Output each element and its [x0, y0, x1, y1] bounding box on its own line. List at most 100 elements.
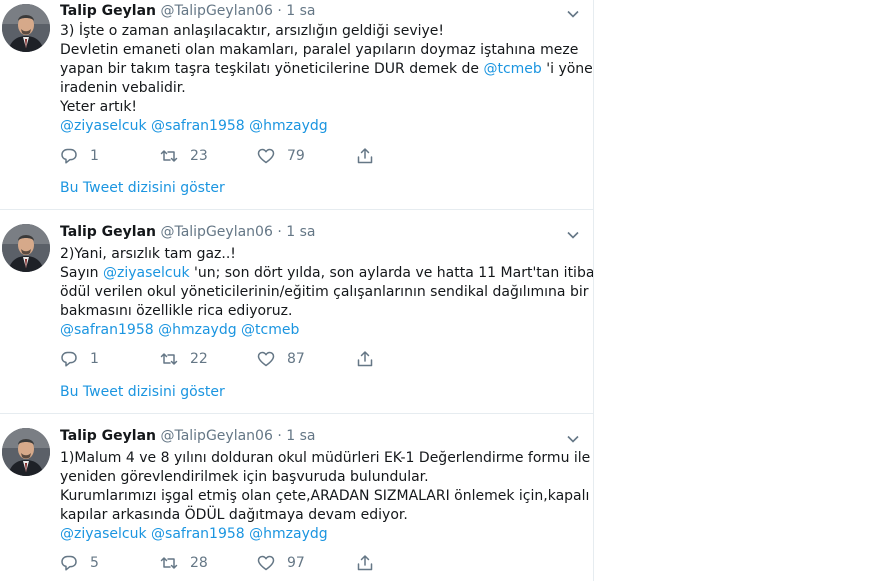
like-count: 87: [287, 351, 305, 367]
chevron-down-icon[interactable]: [566, 6, 580, 20]
tweet-header: Talip Geylan @TalipGeylan06 · 1 sa: [60, 224, 315, 244]
separator-dot: ·: [277, 428, 282, 444]
show-thread-link[interactable]: Bu Tweet dizisini göster: [60, 180, 225, 196]
avatar[interactable]: [2, 428, 50, 476]
retweet-count: 22: [190, 351, 208, 367]
share-button[interactable]: [356, 349, 374, 369]
author-name[interactable]: Talip Geylan: [60, 428, 156, 444]
share-button[interactable]: [356, 146, 374, 166]
tweet-line: iradenin vebalidir.: [60, 80, 186, 96]
tweet-timeline: Talip Geylan @TalipGeylan06 · 1 sa 3) İş…: [0, 0, 594, 581]
share-icon: [357, 148, 373, 164]
reply-count: 1: [90, 148, 99, 164]
mention-link[interactable]: @ziyaselcuk: [60, 118, 147, 134]
retweet-count: 23: [190, 148, 208, 164]
heart-icon: [257, 351, 275, 367]
share-button[interactable]: [356, 553, 374, 573]
tweet-actions: 1 23 79: [60, 146, 580, 166]
reply-button[interactable]: 5: [60, 553, 99, 573]
mention-link[interactable]: @hmzaydg: [249, 526, 328, 542]
like-button[interactable]: 87: [257, 349, 305, 369]
mention-link[interactable]: @tcmeb: [483, 61, 541, 77]
tweet-line: yeniden görevlendirilmek için başvuruda …: [60, 469, 429, 485]
tweet[interactable]: Talip Geylan @TalipGeylan06 · 1 sa 2)Yan…: [0, 210, 593, 414]
tweet-line: Devletin emaneti olan makamları, paralel…: [60, 42, 579, 58]
separator-dot: ·: [277, 224, 282, 240]
mention-link[interactable]: @hmzaydg: [249, 118, 328, 134]
reply-icon: [61, 351, 77, 367]
tweet-line-text: 'un; son dört yılda, son aylarda ve hatt…: [189, 265, 594, 281]
like-count: 79: [287, 148, 305, 164]
author-name[interactable]: Talip Geylan: [60, 3, 156, 19]
share-icon: [357, 351, 373, 367]
mention-link[interactable]: @safran1958: [60, 322, 154, 338]
share-icon: [357, 555, 373, 571]
avatar-photo: [2, 428, 50, 476]
mention-link[interactable]: @hmzaydg: [158, 322, 237, 338]
reply-count: 5: [90, 555, 99, 571]
tweet-line: 2)Yani, arsızlık tam gaz..!: [60, 246, 236, 262]
retweet-button[interactable]: 22: [160, 349, 208, 369]
mentions-line: @ziyaselcuk @safran1958 @hmzaydg: [60, 525, 585, 544]
tweet-header: Talip Geylan @TalipGeylan06 · 1 sa: [60, 3, 315, 23]
tweet-actions: 1 22 87: [60, 349, 580, 369]
mention-link[interactable]: @tcmeb: [241, 322, 299, 338]
tweet-timestamp[interactable]: 1 sa: [286, 224, 315, 240]
author-handle[interactable]: @TalipGeylan06: [160, 3, 272, 19]
tweet-timestamp[interactable]: 1 sa: [286, 428, 315, 444]
tweet-line: ödül verilen okul yöneticilerinin/eğitim…: [60, 284, 589, 300]
tweet[interactable]: Talip Geylan @TalipGeylan06 · 1 sa 3) İş…: [0, 0, 593, 210]
tweet-line-text: yapan bir takım taşra teşkilatı yönetici…: [60, 61, 484, 77]
mentions-line: @safran1958 @hmzaydg @tcmeb: [60, 321, 585, 340]
avatar[interactable]: [2, 4, 50, 52]
tweet-text: 2)Yani, arsızlık tam gaz..! Sayın @ziyas…: [60, 245, 593, 340]
author-handle[interactable]: @TalipGeylan06: [160, 224, 272, 240]
separator-dot: ·: [277, 3, 282, 19]
avatar[interactable]: [2, 224, 50, 272]
avatar-photo: [2, 4, 50, 52]
retweet-button[interactable]: 23: [160, 146, 208, 166]
tweet-line: 1)Malum 4 ve 8 yılını dolduran okul müdü…: [60, 450, 591, 466]
mention-link[interactable]: @safran1958: [151, 526, 245, 542]
mention-link[interactable]: @ziyaselcuk: [103, 265, 190, 281]
heart-icon: [257, 148, 275, 164]
tweet-line: bakmasını özellikle rica ediyoruz.: [60, 303, 293, 319]
reply-button[interactable]: 1: [60, 146, 99, 166]
tweet-line: Yeter artık!: [60, 99, 138, 115]
like-button[interactable]: 79: [257, 146, 305, 166]
like-button[interactable]: 97: [257, 553, 305, 573]
retweet-count: 28: [190, 555, 208, 571]
chevron-down-icon[interactable]: [566, 227, 580, 241]
tweet-line-text: Sayın: [60, 265, 103, 281]
tweet[interactable]: Talip Geylan @TalipGeylan06 · 1 sa 1)Mal…: [0, 414, 593, 581]
reply-icon: [61, 555, 77, 571]
reply-icon: [61, 148, 77, 164]
mention-link[interactable]: @ziyaselcuk: [60, 526, 147, 542]
retweet-icon: [160, 557, 178, 569]
tweet-line: yapan bir takım taşra teşkilatı yönetici…: [60, 60, 593, 79]
tweet-line-text: 'i yöneten: [546, 61, 593, 77]
retweet-icon: [160, 150, 178, 162]
avatar-photo: [2, 224, 50, 272]
retweet-button[interactable]: 28: [160, 553, 208, 573]
mention-link[interactable]: @safran1958: [151, 118, 245, 134]
tweet-text: 3) İşte o zaman anlaşılacaktır, arsızlığ…: [60, 22, 593, 136]
tweet-line: Sayın @ziyaselcuk 'un; son dört yılda, s…: [60, 264, 593, 283]
tweet-header: Talip Geylan @TalipGeylan06 · 1 sa: [60, 428, 315, 448]
like-count: 97: [287, 555, 305, 571]
author-handle[interactable]: @TalipGeylan06: [160, 428, 272, 444]
reply-count: 1: [90, 351, 99, 367]
tweet-line: Kurumlarımızı işgal etmiş olan çete,ARAD…: [60, 488, 590, 504]
tweet-actions: 5 28 97: [60, 553, 580, 573]
tweet-line: 3) İşte o zaman anlaşılacaktır, arsızlığ…: [60, 23, 445, 39]
show-thread-link[interactable]: Bu Tweet dizisini göster: [60, 384, 225, 400]
tweet-timestamp[interactable]: 1 sa: [286, 3, 315, 19]
tweet-text: 1)Malum 4 ve 8 yılını dolduran okul müdü…: [60, 449, 591, 544]
author-name[interactable]: Talip Geylan: [60, 224, 156, 240]
retweet-icon: [160, 353, 178, 365]
reply-button[interactable]: 1: [60, 349, 99, 369]
tweet-line: kapılar arkasında ÖDÜL dağıtmaya devam e…: [60, 507, 408, 523]
mentions-line: @ziyaselcuk @safran1958 @hmzaydg: [60, 117, 585, 136]
chevron-down-icon[interactable]: [566, 431, 580, 445]
heart-icon: [257, 555, 275, 571]
